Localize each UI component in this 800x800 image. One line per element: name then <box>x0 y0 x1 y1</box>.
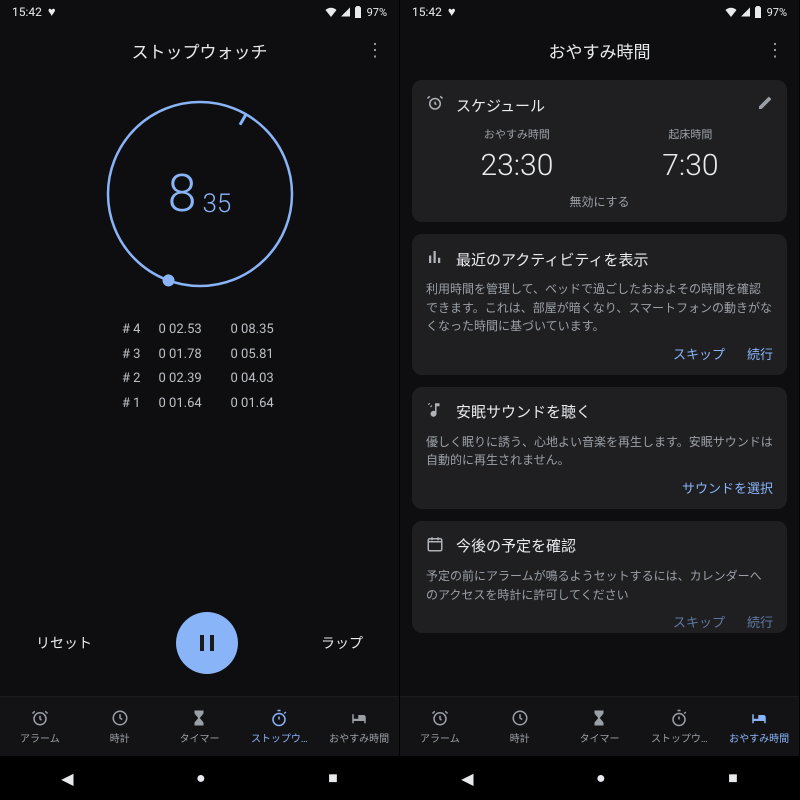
page-title: おやすみ時間 <box>400 38 799 63</box>
stopwatch-seconds: 8 <box>168 168 197 220</box>
bars-icon <box>426 248 444 270</box>
card-body: 予定の前にアラームが鳴るようセットするには、カレンダーへのアクセスを時計に許可し… <box>426 567 773 604</box>
status-bar: 15:42 ♥ 97% <box>400 0 799 24</box>
stopwatch-icon <box>270 709 288 727</box>
alarm-icon <box>31 709 49 727</box>
lap-row: # 4 0 02.53 0 08.35 <box>115 318 285 343</box>
app-bar: おやすみ時間 ⋮ <box>400 24 799 76</box>
stopwatch-icon <box>670 709 688 727</box>
tab-clock[interactable]: 時計 <box>80 697 160 756</box>
card-sounds: 安眠サウンドを聴く 優しく眠りに誘う、心地よい音楽を再生します。安眠サウンドは自… <box>412 387 787 509</box>
bed-icon <box>350 709 368 727</box>
card-title: 今後の予定を確認 <box>456 535 773 556</box>
nav-recents-icon[interactable]: ■ <box>728 768 738 788</box>
tab-timer[interactable]: タイマー <box>160 697 240 756</box>
skip-button[interactable]: スキップ <box>673 344 725 363</box>
heart-icon: ♥ <box>48 4 56 20</box>
more-icon[interactable]: ⋮ <box>355 30 395 70</box>
lap-row: # 3 0 01.78 0 05.81 <box>115 343 285 368</box>
hourglass-icon <box>590 709 608 727</box>
bottom-tab-bar: アラーム 時計 タイマー ストップウ… おやすみ時間 <box>400 696 799 756</box>
tab-stopwatch[interactable]: ストップウ… <box>639 697 719 756</box>
waketime-block[interactable]: 起床時間 7:30 <box>662 126 718 183</box>
battery-icon <box>754 6 762 18</box>
bedtime-block[interactable]: おやすみ時間 23:30 <box>480 126 553 183</box>
more-icon[interactable]: ⋮ <box>755 30 795 70</box>
tab-alarm[interactable]: アラーム <box>400 697 480 756</box>
tab-bedtime[interactable]: おやすみ時間 <box>319 697 399 756</box>
tab-alarm[interactable]: アラーム <box>0 697 80 756</box>
clock-icon <box>511 709 529 727</box>
card-activity: 最近のアクティビティを表示 利用時間を管理して、ベッドで過ごしたおおよその時間を… <box>412 234 787 375</box>
pause-icon <box>200 635 214 651</box>
battery-percent: 97% <box>367 6 387 19</box>
status-bar: 15:42 ♥ 97% <box>0 0 399 24</box>
disable-link[interactable]: 無効にする <box>426 193 773 210</box>
bottom-tab-bar: アラーム 時計 タイマー ストップウ… おやすみ時間 <box>0 696 399 756</box>
tab-stopwatch[interactable]: ストップウ… <box>239 697 319 756</box>
clock-icon <box>111 709 129 727</box>
nav-back-icon[interactable]: ◀ <box>61 769 73 788</box>
alarm-icon <box>426 94 444 116</box>
pause-button[interactable] <box>176 612 238 674</box>
lap-row: # 2 0 02.39 0 04.03 <box>115 367 285 392</box>
alarm-icon <box>431 709 449 727</box>
wifi-icon <box>325 7 337 17</box>
status-time: 15:42 <box>412 5 442 19</box>
bed-icon <box>750 709 768 727</box>
tab-timer[interactable]: タイマー <box>560 697 640 756</box>
screen-stopwatch: 15:42 ♥ 97% ストップウォッチ ⋮ <box>0 0 400 800</box>
cell-icon <box>340 7 351 17</box>
hourglass-icon <box>190 709 208 727</box>
wifi-icon <box>725 7 737 17</box>
nav-home-icon[interactable]: ● <box>196 768 206 788</box>
lap-button[interactable]: ラップ <box>321 633 363 653</box>
reset-button[interactable]: リセット <box>36 633 92 653</box>
music-icon <box>426 401 444 423</box>
heart-icon: ♥ <box>448 4 456 20</box>
edit-icon[interactable] <box>757 95 773 115</box>
stopwatch-hundredths: 35 <box>203 189 232 219</box>
page-title: ストップウォッチ <box>0 38 399 63</box>
tab-clock[interactable]: 時計 <box>480 697 560 756</box>
calendar-icon <box>426 535 444 557</box>
nav-back-icon[interactable]: ◀ <box>461 769 473 788</box>
continue-button[interactable]: 続行 <box>747 344 773 363</box>
screen-bedtime: 15:42 ♥ 97% おやすみ時間 ⋮ スケジュール <box>400 0 800 800</box>
card-schedule: スケジュール おやすみ時間 23:30 起床時間 7:30 無効にする <box>412 80 787 222</box>
card-title: 安眠サウンドを聴く <box>456 401 773 422</box>
skip-button[interactable]: スキップ <box>673 612 725 631</box>
android-nav-bar: ◀ ● ■ <box>0 756 399 800</box>
continue-button[interactable]: 続行 <box>747 612 773 631</box>
battery-icon <box>354 6 362 18</box>
nav-home-icon[interactable]: ● <box>596 768 606 788</box>
status-time: 15:42 <box>12 5 42 19</box>
card-title: スケジュール <box>456 95 745 116</box>
cell-icon <box>740 7 751 17</box>
card-title: 最近のアクティビティを表示 <box>456 249 773 270</box>
stopwatch-controls: リセット ラップ <box>0 598 399 688</box>
tab-bedtime[interactable]: おやすみ時間 <box>719 697 799 756</box>
lap-list: # 4 0 02.53 0 08.35 # 3 0 01.78 0 05.81 … <box>115 318 285 417</box>
app-bar: ストップウォッチ ⋮ <box>0 24 399 76</box>
android-nav-bar: ◀ ● ■ <box>400 756 799 800</box>
choose-sound-button[interactable]: サウンドを選択 <box>682 478 773 497</box>
lap-row: # 1 0 01.64 0 01.64 <box>115 392 285 417</box>
battery-percent: 97% <box>767 6 787 19</box>
nav-recents-icon[interactable]: ■ <box>328 768 338 788</box>
stopwatch-dial: 8 35 <box>0 94 399 294</box>
card-calendar: 今後の予定を確認 予定の前にアラームが鳴るようセットするには、カレンダーへのアク… <box>412 521 787 633</box>
card-body: 優しく眠りに誘う、心地よい音楽を再生します。安眠サウンドは自動的に再生されません… <box>426 433 773 470</box>
card-body: 利用時間を管理して、ベッドで過ごしたおおよその時間を確認できます。これは、部屋が… <box>426 280 773 336</box>
